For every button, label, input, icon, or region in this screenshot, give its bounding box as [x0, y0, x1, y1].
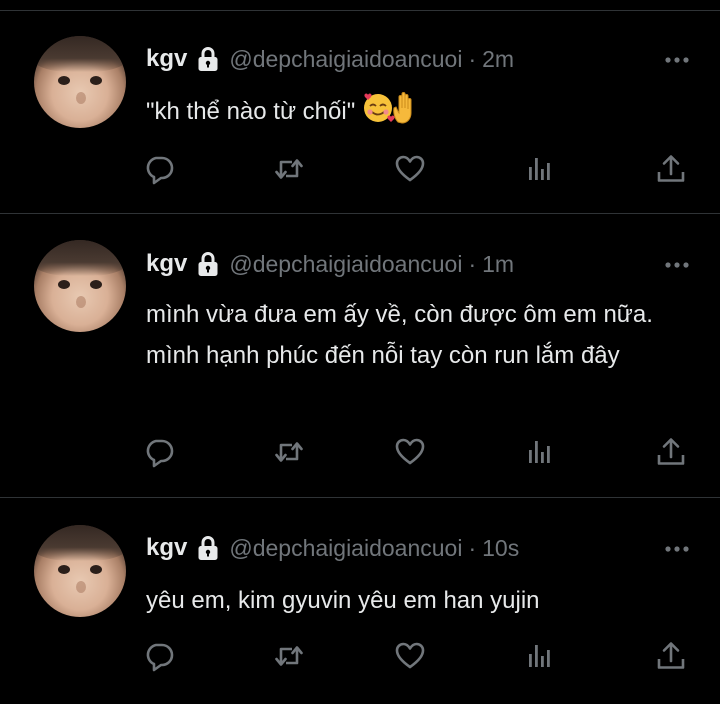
views-button[interactable]: [523, 436, 555, 468]
tweet[interactable]: kgv @depchaigiaidoancuoi · 1m mình vừa đ…: [0, 214, 720, 498]
share-button[interactable]: [655, 153, 687, 185]
lock-icon: [197, 251, 219, 277]
lock-icon: [197, 46, 219, 72]
tweet[interactable]: kgv @depchaigiaidoancuoi · 10s yêu em, k…: [0, 498, 720, 704]
retweet-icon: [273, 153, 305, 185]
reply-button[interactable]: [143, 153, 175, 185]
separator: ·: [468, 250, 477, 277]
lock-icon: [197, 535, 219, 561]
retweet-button[interactable]: [273, 436, 305, 468]
retweet-icon: [273, 640, 305, 672]
share-button[interactable]: [655, 640, 687, 672]
tweet-actions: [0, 436, 720, 468]
views-icon: [523, 436, 555, 468]
reply-button[interactable]: [143, 436, 175, 468]
like-button[interactable]: [394, 436, 426, 468]
avatar[interactable]: [34, 240, 126, 332]
timestamp[interactable]: 2m: [482, 46, 514, 73]
reply-icon: [143, 436, 175, 468]
tweet[interactable]: kgv @depchaigiaidoancuoi · 2m "kh thể nà…: [0, 0, 720, 214]
like-icon: [394, 153, 426, 185]
smiling-face-with-hearts-icon: [364, 92, 412, 124]
more-icon[interactable]: [664, 261, 690, 269]
like-icon: [394, 436, 426, 468]
timestamp[interactable]: 1m: [482, 251, 514, 278]
share-button[interactable]: [655, 436, 687, 468]
tweet-text: yêu em, kim gyuvin yêu em han yujin: [146, 587, 540, 614]
retweet-icon: [273, 436, 305, 468]
like-button[interactable]: [394, 640, 426, 672]
more-icon[interactable]: [664, 545, 690, 553]
views-button[interactable]: [523, 640, 555, 672]
avatar[interactable]: [34, 525, 126, 617]
views-icon: [523, 153, 555, 185]
timestamp[interactable]: 10s: [482, 535, 519, 562]
handle[interactable]: @depchaigiaidoancuoi: [229, 251, 462, 278]
tweet-text-container: mình vừa đưa em ấy về, còn được ôm em nữ…: [146, 294, 706, 376]
avatar[interactable]: [34, 36, 126, 128]
tweet-actions: [0, 640, 720, 672]
tweet-header: kgv @depchaigiaidoancuoi · 10s: [146, 533, 519, 563]
share-icon: [655, 153, 687, 185]
tweet-header: kgv @depchaigiaidoancuoi · 2m: [146, 44, 514, 74]
tweet-text: "kh thể nào từ chối": [146, 98, 356, 125]
more-icon[interactable]: [664, 56, 690, 64]
handle[interactable]: @depchaigiaidoancuoi: [229, 535, 462, 562]
retweet-button[interactable]: [273, 640, 305, 672]
display-name[interactable]: kgv: [146, 534, 187, 562]
like-button[interactable]: [394, 153, 426, 185]
share-icon: [655, 640, 687, 672]
retweet-button[interactable]: [273, 153, 305, 185]
separator: ·: [468, 534, 477, 561]
separator: ·: [468, 45, 477, 72]
share-icon: [655, 436, 687, 468]
reply-icon: [143, 153, 175, 185]
tweet-header: kgv @depchaigiaidoancuoi · 1m: [146, 249, 514, 279]
tweet-text-container: yêu em, kim gyuvin yêu em han yujin: [146, 580, 706, 621]
tweet-text-container: "kh thể nào từ chối": [146, 89, 706, 132]
reply-button[interactable]: [143, 640, 175, 672]
tweet-text: mình vừa đưa em ấy về, còn được ôm em nữ…: [146, 301, 653, 369]
views-icon: [523, 640, 555, 672]
reply-icon: [143, 640, 175, 672]
tweet-actions: [0, 153, 720, 185]
display-name[interactable]: kgv: [146, 250, 187, 278]
display-name[interactable]: kgv: [146, 45, 187, 73]
handle[interactable]: @depchaigiaidoancuoi: [229, 46, 462, 73]
views-button[interactable]: [523, 153, 555, 185]
timeline: kgv @depchaigiaidoancuoi · 2m "kh thể nà…: [0, 0, 720, 704]
like-icon: [394, 640, 426, 672]
